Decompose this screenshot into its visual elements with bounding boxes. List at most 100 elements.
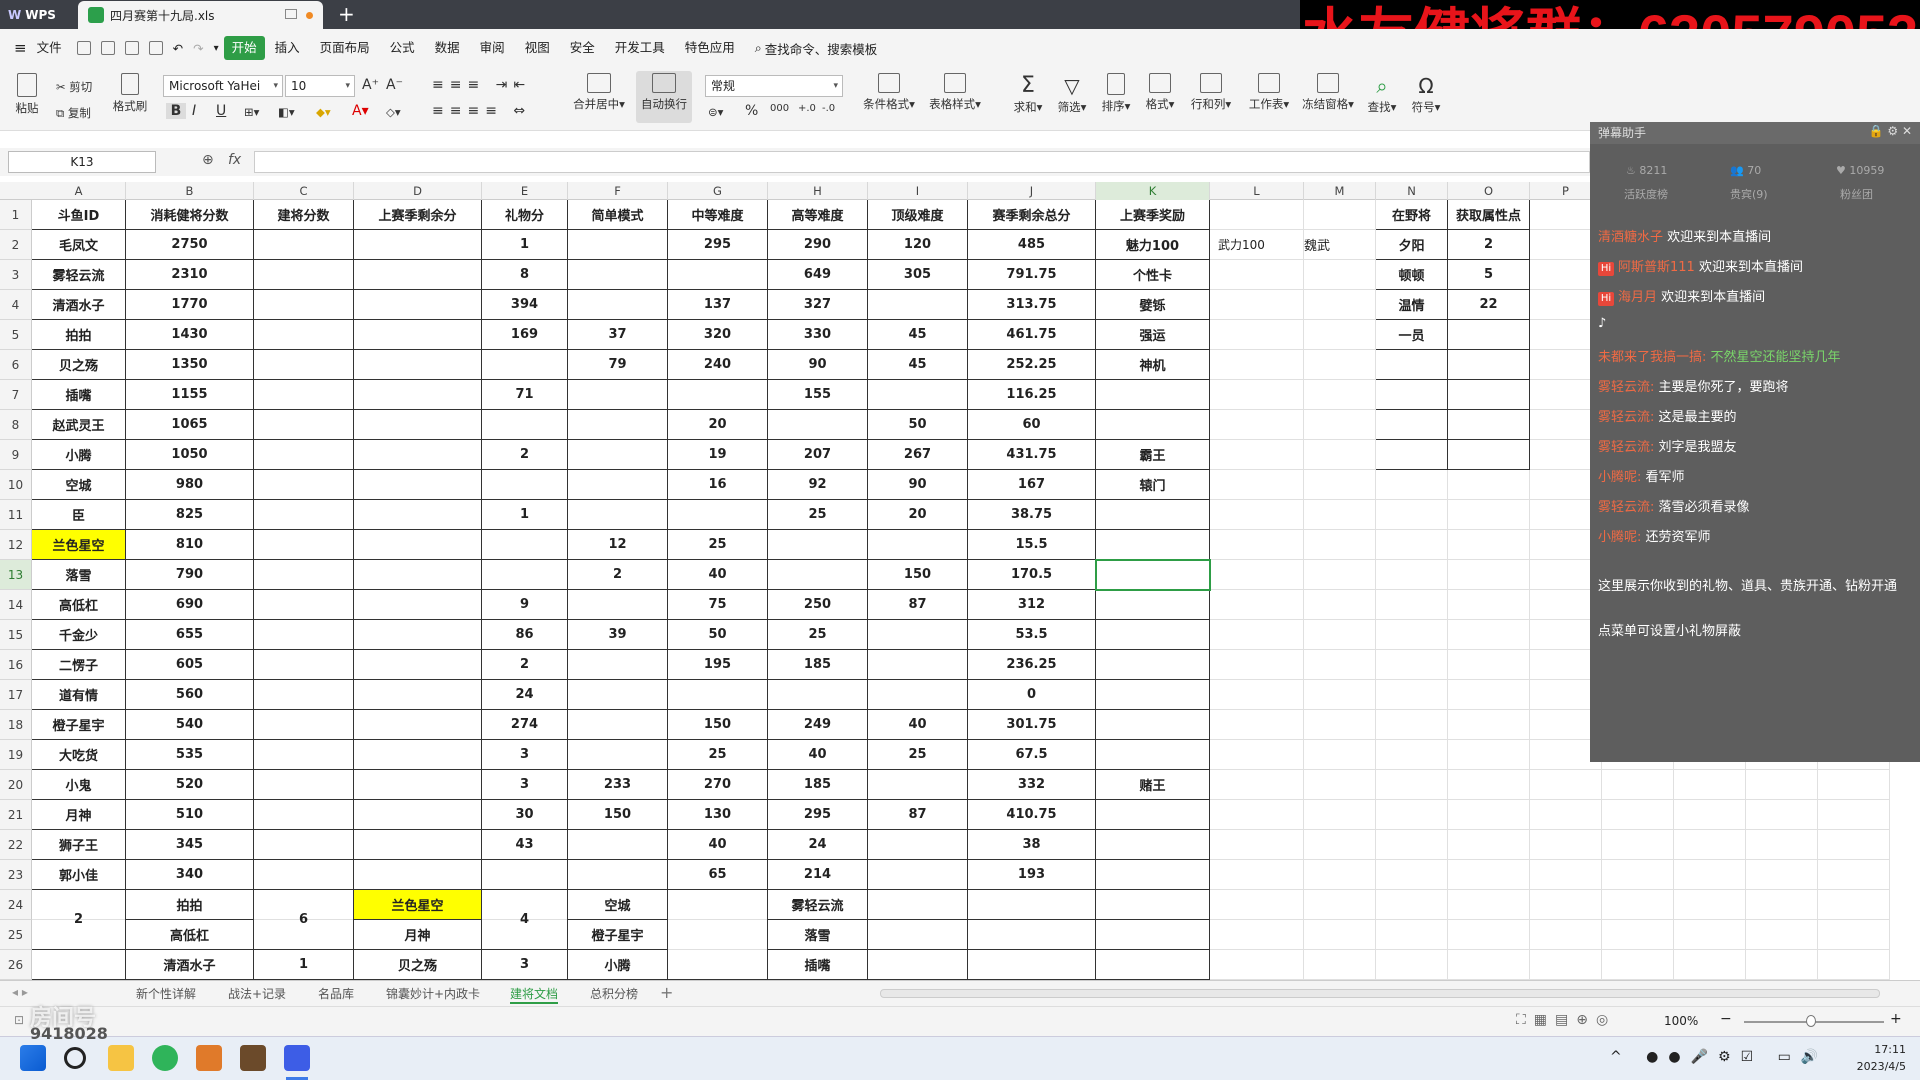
- cell-D2[interactable]: [354, 230, 482, 260]
- cell-H8[interactable]: [768, 410, 868, 440]
- cell-E3[interactable]: 8: [482, 260, 568, 290]
- cell-A8[interactable]: 赵武灵王: [32, 410, 126, 440]
- cell-O4[interactable]: 22: [1448, 290, 1530, 320]
- cell-F17[interactable]: [568, 680, 668, 710]
- tab-fans[interactable]: 粉丝团: [1840, 186, 1873, 202]
- grid-cell[interactable]: [1304, 920, 1376, 950]
- cell-E15[interactable]: 86: [482, 620, 568, 650]
- sheet-tab[interactable]: 名品库: [318, 984, 354, 1004]
- grid-cell[interactable]: [1448, 830, 1530, 860]
- cell-I12[interactable]: [868, 530, 968, 560]
- column-header-J[interactable]: J: [968, 182, 1096, 200]
- grid-cell[interactable]: [1448, 530, 1530, 560]
- grid-cell[interactable]: [1210, 800, 1304, 830]
- cell-B4[interactable]: 1770: [126, 290, 254, 320]
- cell-K8[interactable]: [1096, 410, 1210, 440]
- cell-K14[interactable]: [1096, 590, 1210, 620]
- cell-D16[interactable]: [354, 650, 482, 680]
- conditional-format-button[interactable]: 条件格式▾: [858, 73, 920, 112]
- sort-button[interactable]: 排序▾: [1096, 73, 1136, 114]
- zoom-slider-thumb[interactable]: [1806, 1015, 1816, 1027]
- grid-cell[interactable]: [1304, 710, 1376, 740]
- cell-D23[interactable]: [354, 860, 482, 890]
- grid-cell[interactable]: [1674, 770, 1746, 800]
- cell-H25[interactable]: 落雪: [768, 920, 868, 950]
- cell-G18[interactable]: 150: [668, 710, 768, 740]
- header-cell[interactable]: 建将分数: [254, 200, 354, 230]
- grid-cell[interactable]: [1376, 560, 1448, 590]
- cell-B14[interactable]: 690: [126, 590, 254, 620]
- tab-activity[interactable]: 活跃度榜: [1624, 186, 1668, 202]
- increase-decimal-icon[interactable]: +.0: [798, 103, 816, 114]
- grid-cell[interactable]: [1818, 950, 1890, 980]
- vertical-align-icons[interactable]: ≡≡≡ ⇥⇤: [432, 77, 531, 93]
- grid-cell[interactable]: [1210, 890, 1304, 920]
- menu-review[interactable]: 审阅: [470, 36, 515, 60]
- cell-D5[interactable]: [354, 320, 482, 350]
- sheet-tab[interactable]: 新个性详解: [136, 984, 196, 1004]
- cell-A2[interactable]: 毛凤文: [32, 230, 126, 260]
- menu-features[interactable]: 特色应用: [675, 36, 745, 60]
- row-header-21[interactable]: 21: [0, 800, 32, 830]
- cell-C23[interactable]: [254, 860, 354, 890]
- panel-controls-icons[interactable]: 🔒 ⚙ ✕: [1869, 124, 1912, 138]
- find-button[interactable]: ⌕ 查找▾: [1362, 73, 1402, 115]
- cell-M2[interactable]: 魏武: [1304, 230, 1376, 260]
- menu-page-layout[interactable]: 页面布局: [310, 36, 380, 60]
- cell-N4[interactable]: 温情: [1376, 290, 1448, 320]
- cell-J6[interactable]: 252.25: [968, 350, 1096, 380]
- format-button[interactable]: 格式▾: [1140, 73, 1180, 112]
- grid-cell[interactable]: [1746, 830, 1818, 860]
- cell-O2[interactable]: 2: [1448, 230, 1530, 260]
- grid-cell[interactable]: [1304, 830, 1376, 860]
- cell-H19[interactable]: 40: [768, 740, 868, 770]
- cell-G12[interactable]: 25: [668, 530, 768, 560]
- cell-D11[interactable]: [354, 500, 482, 530]
- undo-icon[interactable]: ↶: [173, 41, 183, 56]
- column-header-G[interactable]: G: [668, 182, 768, 200]
- cell-O8[interactable]: [1448, 410, 1530, 440]
- cell-I24[interactable]: [868, 890, 968, 920]
- cell-H3[interactable]: 649: [768, 260, 868, 290]
- grid-cell[interactable]: [1448, 740, 1530, 770]
- cell-H12[interactable]: [768, 530, 868, 560]
- cell-E18[interactable]: 274: [482, 710, 568, 740]
- cell-I10[interactable]: 90: [868, 470, 968, 500]
- cell-I17[interactable]: [868, 680, 968, 710]
- zoom-icon[interactable]: ⊕: [202, 152, 214, 168]
- cell-K22[interactable]: [1096, 830, 1210, 860]
- cell-F18[interactable]: [568, 710, 668, 740]
- symbol-button[interactable]: Ω 符号▾: [1406, 73, 1446, 115]
- copy-button[interactable]: ⧉ 复制: [56, 105, 91, 121]
- grid-cell[interactable]: [1210, 680, 1304, 710]
- cell-I8[interactable]: 50: [868, 410, 968, 440]
- row-header-20[interactable]: 20: [0, 770, 32, 800]
- grid-cell[interactable]: [1210, 440, 1304, 470]
- cell-C26[interactable]: 1: [254, 950, 354, 980]
- cell-D14[interactable]: [354, 590, 482, 620]
- cell-A4[interactable]: 清酒水子: [32, 290, 126, 320]
- wrap-text-button[interactable]: 自动换行: [636, 71, 692, 123]
- cell-E7[interactable]: 71: [482, 380, 568, 410]
- cell-N1[interactable]: 在野将: [1376, 200, 1448, 230]
- grid-cell[interactable]: [1602, 860, 1674, 890]
- row-header-2[interactable]: 2: [0, 230, 32, 260]
- grid-cell[interactable]: [1376, 920, 1448, 950]
- cell-O1[interactable]: 获取属性点: [1448, 200, 1530, 230]
- cell-K2[interactable]: 魅力100: [1096, 230, 1210, 260]
- cell-F10[interactable]: [568, 470, 668, 500]
- cell-H24[interactable]: 雾轻云流: [768, 890, 868, 920]
- grid-cell[interactable]: [1448, 680, 1530, 710]
- grid-cell[interactable]: [1602, 800, 1674, 830]
- menu-insert[interactable]: 插入: [265, 36, 310, 60]
- zoom-out-icon[interactable]: −: [1720, 1011, 1732, 1027]
- cell-B16[interactable]: 605: [126, 650, 254, 680]
- cell-A23[interactable]: 郭小佳: [32, 860, 126, 890]
- tab-nav-icons[interactable]: ◂ ▸: [12, 985, 28, 999]
- grid-cell[interactable]: [1818, 800, 1890, 830]
- cell-A20[interactable]: 小鬼: [32, 770, 126, 800]
- cell-G10[interactable]: 16: [668, 470, 768, 500]
- cell-H18[interactable]: 249: [768, 710, 868, 740]
- export-icon[interactable]: [100, 41, 115, 55]
- cell-F23[interactable]: [568, 860, 668, 890]
